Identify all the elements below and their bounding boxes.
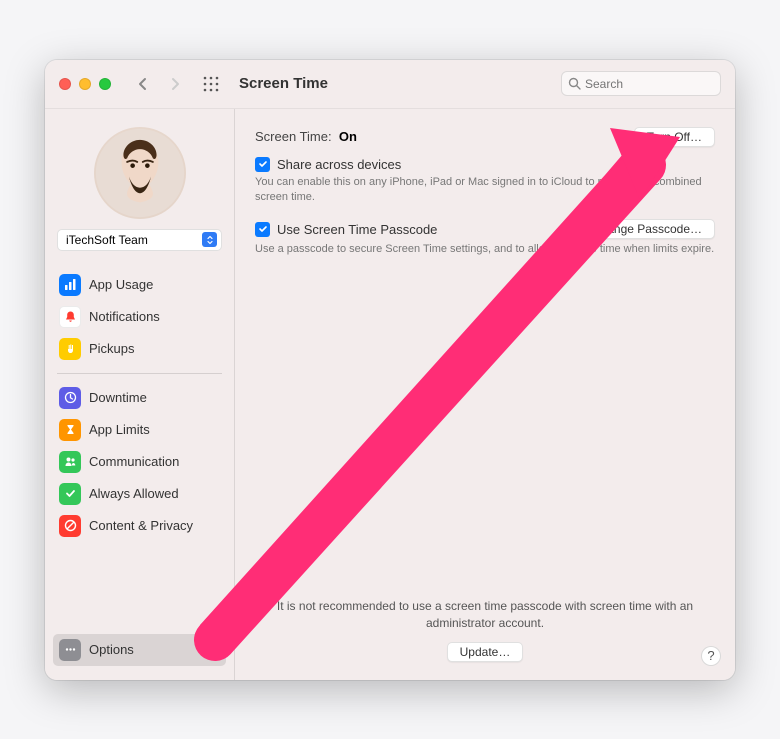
preferences-window: Screen Time iTechSoft [45, 60, 735, 680]
nosign-icon [59, 515, 81, 537]
bar-chart-icon [59, 274, 81, 296]
search-input[interactable] [585, 77, 714, 91]
sidebar: iTechSoft Team App Usage Notifications [45, 109, 235, 680]
sidebar-item-label: Communication [89, 454, 179, 469]
passcode-checkbox[interactable] [255, 222, 270, 237]
memoji-icon [94, 127, 186, 219]
sidebar-item-label: Options [89, 642, 134, 657]
sidebar-item-always-allowed[interactable]: Always Allowed [53, 478, 226, 510]
user-avatar [94, 127, 186, 219]
user-select[interactable]: iTechSoft Team [57, 229, 222, 251]
share-description: You can enable this on any iPhone, iPad … [255, 175, 715, 206]
turn-off-button[interactable]: Turn Off… [634, 127, 715, 147]
share-across-devices-row[interactable]: Share across devices [255, 157, 715, 172]
sidebar-item-label: App Limits [89, 422, 150, 437]
traffic-lights [59, 78, 111, 90]
ellipsis-icon [59, 639, 81, 661]
screen-time-status: Screen Time: On [255, 129, 357, 144]
check-icon [258, 224, 268, 234]
sidebar-item-app-usage[interactable]: App Usage [53, 269, 226, 301]
help-button[interactable]: ? [701, 646, 721, 666]
sidebar-item-label: Notifications [89, 309, 160, 324]
footer: It is not recommended to use a screen ti… [255, 598, 715, 662]
change-passcode-button[interactable]: Change Passcode… [579, 219, 715, 239]
passcode-description: Use a passcode to secure Screen Time set… [255, 242, 715, 257]
check-icon [258, 159, 268, 169]
sidebar-item-label: Content & Privacy [89, 518, 193, 533]
divider [57, 373, 222, 374]
hourglass-icon [59, 419, 81, 441]
share-checkbox[interactable] [255, 157, 270, 172]
content: iTechSoft Team App Usage Notifications [45, 108, 735, 680]
sidebar-item-content-privacy[interactable]: Content & Privacy [53, 510, 226, 542]
sidebar-item-options[interactable]: Options 1 [53, 634, 226, 666]
user-select-label: iTechSoft Team [66, 233, 148, 247]
show-all-button[interactable] [199, 72, 223, 96]
updown-icon [202, 232, 217, 247]
sidebar-item-communication[interactable]: Communication [53, 446, 226, 478]
sidebar-item-downtime[interactable]: Downtime [53, 382, 226, 414]
search-icon [568, 77, 581, 90]
sidebar-item-notifications[interactable]: Notifications [53, 301, 226, 333]
passcode-row[interactable]: Use Screen Time Passcode [255, 222, 437, 237]
grid-icon [203, 76, 219, 92]
window-title: Screen Time [239, 75, 328, 92]
clock-icon [59, 387, 81, 409]
sidebar-item-pickups[interactable]: Pickups [53, 333, 226, 365]
sidebar-item-app-limits[interactable]: App Limits [53, 414, 226, 446]
update-button[interactable]: Update… [447, 642, 524, 662]
sidebar-item-label: Downtime [89, 390, 147, 405]
back-button[interactable] [131, 72, 155, 96]
sidebar-item-label: Pickups [89, 341, 135, 356]
main-panel: Screen Time: On Turn Off… Share across d… [235, 109, 735, 680]
people-icon [59, 451, 81, 473]
sidebar-item-label: App Usage [89, 277, 153, 292]
bell-icon [59, 306, 81, 328]
titlebar: Screen Time [45, 60, 735, 108]
share-label: Share across devices [277, 157, 401, 172]
warning-text: It is not recommended to use a screen ti… [255, 598, 715, 632]
minimize-window-button[interactable] [79, 78, 91, 90]
options-badge: 1 [207, 643, 220, 657]
chevron-right-icon [170, 77, 180, 91]
hand-icon [59, 338, 81, 360]
search-field[interactable] [561, 71, 721, 96]
sidebar-item-label: Always Allowed [89, 486, 179, 501]
forward-button[interactable] [163, 72, 187, 96]
zoom-window-button[interactable] [99, 78, 111, 90]
passcode-label: Use Screen Time Passcode [277, 222, 437, 237]
close-window-button[interactable] [59, 78, 71, 90]
chevron-left-icon [138, 77, 148, 91]
check-icon [59, 483, 81, 505]
